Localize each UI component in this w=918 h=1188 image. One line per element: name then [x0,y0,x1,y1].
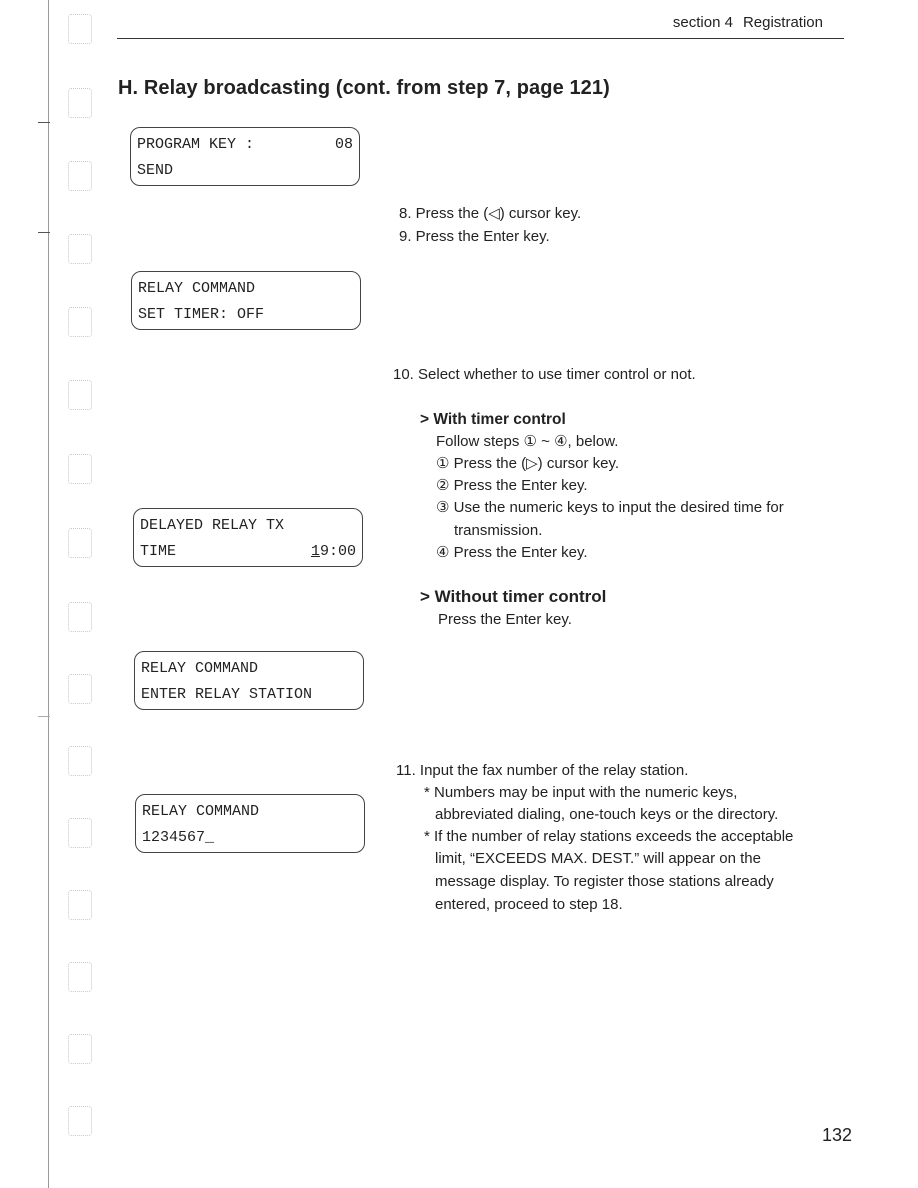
without-timer-heading: > Without timer control [420,587,607,606]
running-header: section 4 Registration [673,14,823,31]
lcd-line-2: TIME [140,543,177,560]
punch-hole [68,454,92,484]
binding-tick [38,716,50,717]
punch-hole [68,380,92,410]
step-10: 10. Select whether to use timer control … [393,366,696,383]
lcd-line-2: 1234567_ [142,829,215,846]
binding-tick [38,232,50,233]
page-title: H. Relay broadcasting (cont. from step 7… [118,77,610,99]
chapter-label: Registration [742,14,823,31]
lcd-time-value: 19:00 [311,539,356,565]
without-timer-text: Press the Enter key. [438,611,572,628]
with-timer-step-4: ④ Press the Enter key. [436,544,588,561]
with-timer-intro: Follow steps ① ~ ④, below. [436,433,619,450]
lcd-display-enter-relay-station: RELAY COMMAND ENTER RELAY STATION [134,651,364,710]
punch-hole [68,962,92,992]
punch-hole [68,14,92,44]
punch-hole [68,674,92,704]
step-11: 11. Input the fax number of the relay st… [396,762,689,779]
header-rule [117,38,844,39]
step-11-note-2-cont-2: message display. To register those stati… [435,873,774,890]
binding-tick [38,122,50,123]
lcd-line-2: SEND [137,162,174,179]
with-timer-step-3: ③ Use the numeric keys to input the desi… [436,499,784,516]
with-timer-step-2: ② Press the Enter key. [436,477,588,494]
punch-hole [68,161,92,191]
lcd-line-1: RELAY COMMAND [138,280,256,297]
punch-hole [68,602,92,632]
step-11-note-1-cont: abbreviated dialing, one-touch keys or t… [435,806,779,823]
punch-hole [68,890,92,920]
lcd-display-program-key: PROGRAM KEY : 08 SEND [130,127,360,186]
step-11-note-2: * If the number of relay stations exceed… [424,828,794,845]
lcd-line-1: DELAYED RELAY TX [140,517,285,534]
punch-hole [68,1034,92,1064]
section-label: section 4 [672,14,733,31]
step-9: 9. Press the Enter key. [399,228,550,245]
lcd-display-relay-number: RELAY COMMAND 1234567_ [135,794,365,853]
punch-hole [68,307,92,337]
lcd-line-1-value: 08 [334,136,353,153]
punch-hole [68,818,92,848]
lcd-line-2: SET TIMER: OFF [138,306,265,323]
lcd-line-1: PROGRAM KEY : [137,136,255,153]
punch-hole [68,88,92,118]
punch-hole [68,234,92,264]
lcd-display-set-timer: RELAY COMMAND SET TIMER: OFF [131,271,361,330]
binding-line [48,0,49,1188]
lcd-line-1: RELAY COMMAND [141,660,259,677]
step-11-note-1: * Numbers may be input with the numeric … [424,784,738,801]
lcd-line-2: ENTER RELAY STATION [141,686,313,703]
step-11-note-2-cont-3: entered, proceed to step 18. [435,896,623,913]
lcd-time-rest: 9:00 [319,543,356,560]
with-timer-step-1: ① Press the (▷) cursor key. [436,455,620,472]
with-timer-heading: > With timer control [420,411,566,428]
lcd-cursor-char: 1 [310,543,320,560]
page-number: 132 [822,1125,853,1145]
lcd-line-1: RELAY COMMAND [142,803,260,820]
lcd-display-delayed-relay: DELAYED RELAY TX TIME 19:00 [133,508,363,567]
punch-hole [68,746,92,776]
punch-hole [68,1106,92,1136]
step-8: 8. Press the (◁) cursor key. [399,205,582,222]
punch-hole [68,528,92,558]
step-11-note-2-cont-1: limit, “EXCEEDS MAX. DEST.” will appear … [435,850,761,867]
with-timer-step-3-cont: transmission. [454,522,543,539]
